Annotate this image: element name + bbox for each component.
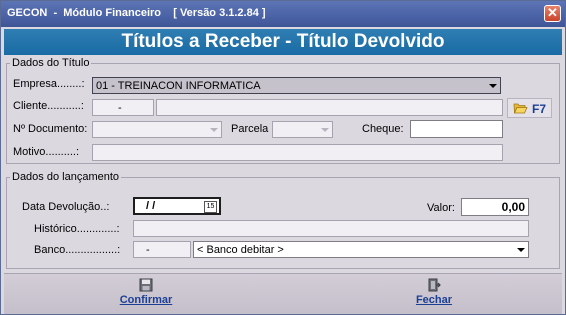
titulo-legend: Dados do Título xyxy=(10,57,92,69)
banco-select-value: < Banco debitar > xyxy=(197,244,284,256)
empresa-value: 01 - TREINACON INFORMATICA xyxy=(96,80,261,92)
banco-dropdown-button[interactable] xyxy=(514,243,527,256)
close-button[interactable]: ✕ xyxy=(544,5,561,22)
documento-dropdown-button[interactable] xyxy=(207,123,220,136)
historico-label: Histórico.............: xyxy=(34,223,120,235)
banco-code-value: - xyxy=(146,244,150,256)
cliente-label: Cliente...........: xyxy=(13,100,84,112)
fechar-button[interactable]: Fechar xyxy=(394,274,474,312)
cheque-label: Cheque: xyxy=(362,123,404,135)
chevron-down-icon xyxy=(517,248,525,252)
valor-field[interactable]: 0,00 xyxy=(461,198,529,216)
calendar-icon[interactable]: 15 xyxy=(204,201,217,213)
valor-value: 0,00 xyxy=(501,200,525,214)
window-title: GECON - Módulo Financeiro [ Versão 3.1.2… xyxy=(7,7,266,19)
documento-select[interactable] xyxy=(92,121,222,138)
empresa-select[interactable]: 01 - TREINACON INFORMATICA xyxy=(92,77,501,94)
banco-select[interactable]: < Banco debitar > xyxy=(193,241,529,258)
data-devolucao-label: Data Devolução..: xyxy=(22,201,110,213)
data-devolucao-field[interactable]: / / 15 xyxy=(133,197,221,215)
footer-bar: Confirmar Fechar xyxy=(4,273,562,314)
exit-door-icon xyxy=(428,278,441,292)
parcela-dropdown-button[interactable] xyxy=(318,123,331,136)
lancamento-legend: Dados do lançamento xyxy=(10,171,122,183)
chevron-down-icon xyxy=(321,128,329,132)
cliente-code-value: - xyxy=(118,102,122,114)
app-window: GECON - Módulo Financeiro [ Versão 3.1.2… xyxy=(0,0,566,315)
empresa-dropdown-button[interactable] xyxy=(486,79,499,92)
data-devolucao-value: / / xyxy=(143,200,156,212)
banco-code-field[interactable]: - xyxy=(133,241,191,258)
page-header: Títulos a Receber - Título Devolvido xyxy=(4,29,562,55)
chevron-down-icon xyxy=(210,128,218,132)
empresa-label: Empresa........: xyxy=(13,78,85,90)
motivo-field[interactable] xyxy=(92,144,503,161)
motivo-label: Motivo..........: xyxy=(13,146,80,158)
folder-open-icon xyxy=(513,103,528,114)
page-title: Títulos a Receber - Título Devolvido xyxy=(121,31,445,52)
confirmar-label: Confirmar xyxy=(119,294,173,306)
banco-label: Banco.................: xyxy=(34,244,121,256)
cheque-field[interactable] xyxy=(410,120,503,138)
historico-field[interactable] xyxy=(133,220,529,237)
cliente-name-field[interactable] xyxy=(156,99,503,116)
fechar-label: Fechar xyxy=(415,294,453,306)
f7-label: F7 xyxy=(532,102,547,116)
search-client-button[interactable]: F7 xyxy=(507,98,552,118)
parcela-label: Parcela xyxy=(231,123,269,135)
valor-label: Valor: xyxy=(427,202,455,214)
confirmar-button[interactable]: Confirmar xyxy=(106,274,186,312)
cliente-code-field[interactable]: - xyxy=(92,99,154,116)
title-bar: GECON - Módulo Financeiro [ Versão 3.1.2… xyxy=(1,1,565,27)
floppy-disk-icon xyxy=(139,278,153,292)
parcela-select[interactable] xyxy=(272,121,333,138)
chevron-down-icon xyxy=(489,84,497,88)
documento-label: Nº Documento: xyxy=(13,123,88,135)
